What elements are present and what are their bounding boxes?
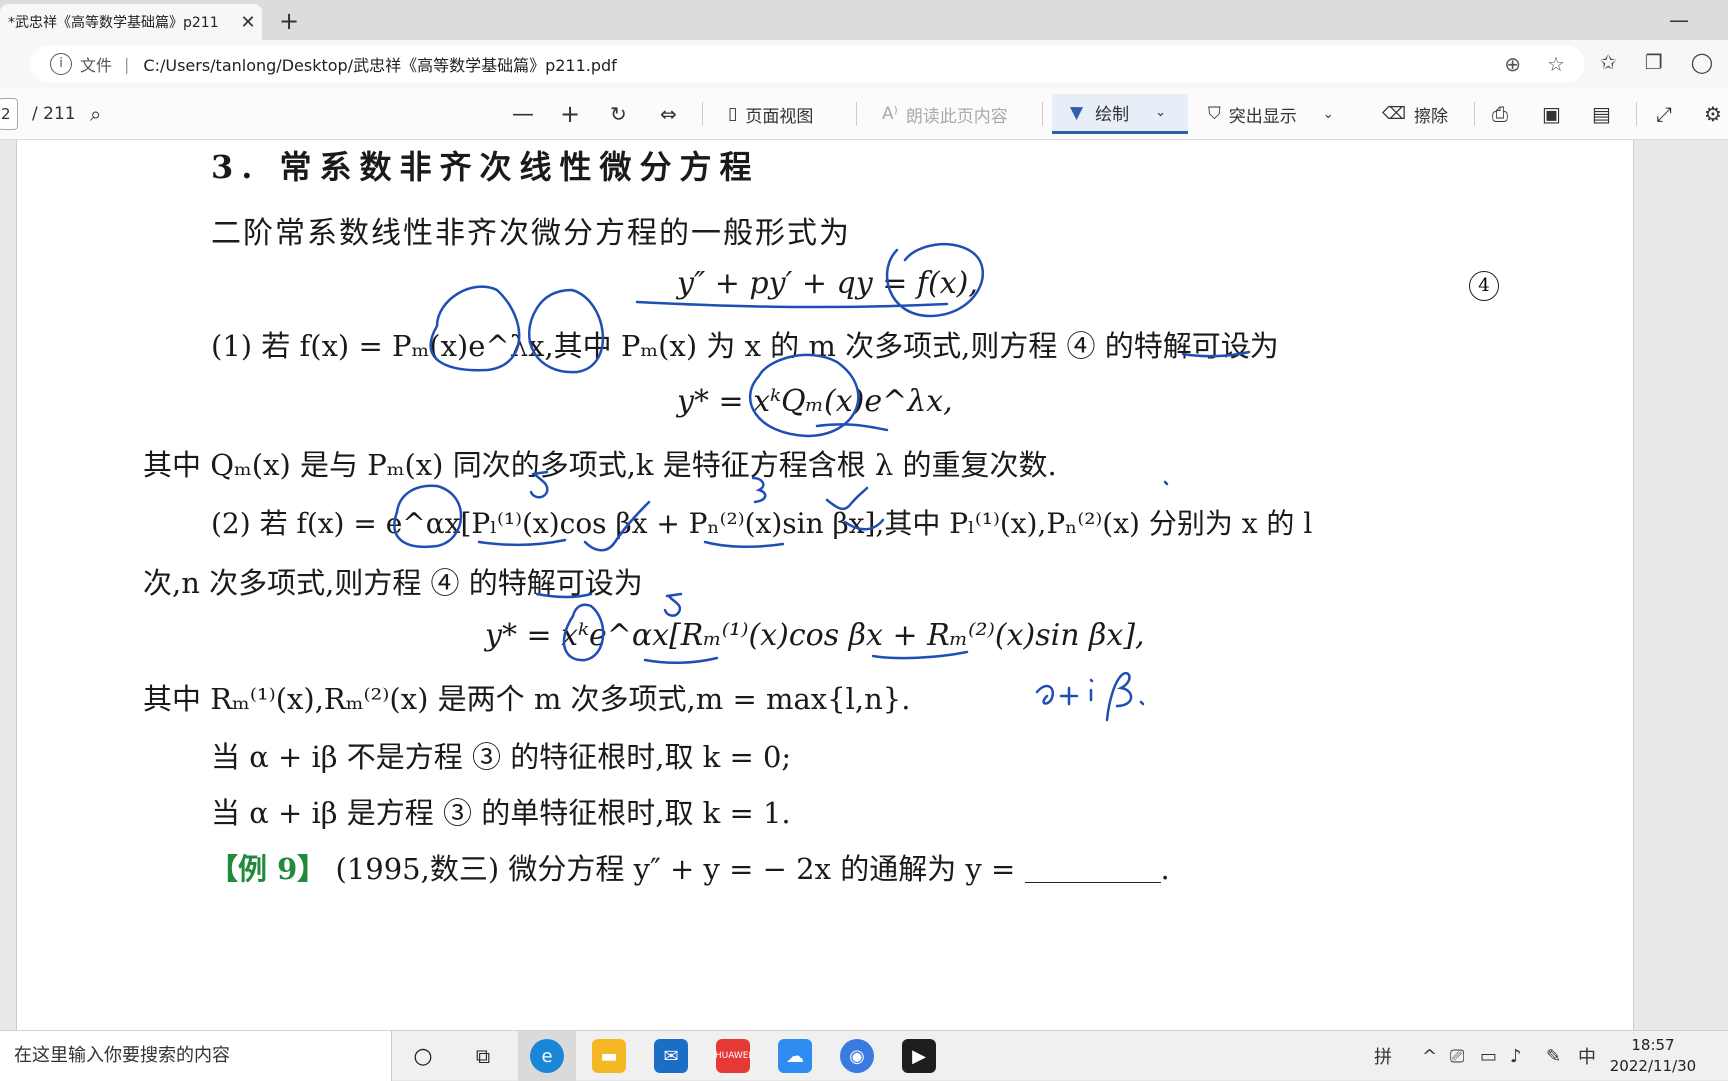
intro-text: 二阶常系数线性非齐次微分方程的一般形式为 xyxy=(211,216,851,251)
highlight-icon: ⛉ xyxy=(1208,104,1221,124)
file-explorer-icon[interactable]: ▬ xyxy=(592,1039,626,1073)
show-hidden-icons-icon[interactable]: ^ xyxy=(1422,1031,1437,1081)
clock-date: 2022/11/30 xyxy=(1609,1057,1697,1075)
answer-blank xyxy=(1024,857,1161,883)
address-scheme-label: 文件 xyxy=(80,56,113,75)
battery-icon[interactable]: ▭ xyxy=(1480,1031,1497,1081)
ime-language-indicator[interactable]: 中 xyxy=(1578,1031,1596,1081)
address-separator: | xyxy=(124,54,130,74)
browser-app-icon[interactable]: ◉ xyxy=(840,1039,874,1073)
fit-width-icon[interactable]: ⇔ xyxy=(660,88,677,140)
add-favorite-icon[interactable]: ☆ xyxy=(1547,52,1565,76)
print-icon[interactable]: ⎙ xyxy=(1492,88,1508,140)
case1-text: (1) 若 f(x) = Pₘ(x)e^λx,其中 Pₘ(x) 为 x 的 m … xyxy=(211,329,1279,363)
profile-icon[interactable]: ◯ xyxy=(1691,50,1713,74)
address-bar-row: i 文件 | C:/Users/tanlong/Desktop/武忠祥《高等数学… xyxy=(0,40,1728,88)
minimize-window-button[interactable]: — xyxy=(1662,4,1696,36)
eraser-icon: ⌫ xyxy=(1382,104,1407,124)
case1-note: 其中 Qₘ(x) 是与 Pₘ(x) 同次的多项式,k 是特征方程含根 λ 的重复… xyxy=(143,448,1057,482)
close-tab-icon[interactable]: ✕ xyxy=(234,12,262,33)
cortana-icon[interactable]: ○ xyxy=(406,1039,440,1073)
highlight-label: 突出显示 xyxy=(1228,106,1297,127)
example-end: . xyxy=(1160,852,1170,886)
pdf-page[interactable]: 3. 常系数非齐次线性微分方程 二阶常系数线性非齐次微分方程的一般形式为 y″ … xyxy=(16,140,1634,1030)
case1-solution: y* = xᵏQₘ(x)e^λx, xyxy=(677,384,953,419)
browser-tab-strip: *武忠祥《高等数学基础篇》p211 ✕ + — xyxy=(0,0,1728,40)
cloud-icon[interactable]: ☁ xyxy=(778,1039,812,1073)
search-icon[interactable]: ⌕ xyxy=(90,88,101,140)
draw-button[interactable]: ▼ 绘制 ⌄ xyxy=(1052,94,1188,134)
erase-label: 擦除 xyxy=(1414,106,1449,127)
network-icon[interactable]: ⎚ xyxy=(1450,1031,1464,1081)
draw-pen-icon: ▼ xyxy=(1070,102,1084,123)
pdf-viewer[interactable]: 3. 常系数非齐次线性微分方程 二阶常系数线性非齐次微分方程的一般形式为 y″ … xyxy=(0,140,1728,1030)
ink-underline-qm xyxy=(815,423,889,432)
settings-gear-icon[interactable]: ⚙ xyxy=(1704,88,1722,140)
address-bar[interactable]: i 文件 | C:/Users/tanlong/Desktop/武忠祥《高等数学… xyxy=(30,46,1585,82)
volume-icon[interactable]: ♪ xyxy=(1510,1031,1522,1081)
pdf-toolbar: 2 / 211 ⌕ — + ↻ ⇔ ▯ 页面视图 A⁾ 朗读此页内容 ▼ 绘制 … xyxy=(0,88,1728,140)
fullscreen-icon[interactable]: ⤢ xyxy=(1656,88,1672,140)
ink-alpha-i-beta xyxy=(1035,671,1145,722)
taskbar-search-input[interactable]: 在这里输入你要搜索的内容 xyxy=(0,1031,392,1081)
zoom-icon[interactable]: ⊕ xyxy=(1504,52,1521,76)
favorites-icon[interactable]: ✩ xyxy=(1600,50,1617,74)
draw-dropdown-icon[interactable]: ⌄ xyxy=(1155,105,1166,120)
new-tab-button[interactable]: + xyxy=(272,4,306,38)
draw-label: 绘制 xyxy=(1095,105,1130,125)
example-tag: 【例 9】 xyxy=(209,852,327,886)
page-view-label: 页面视图 xyxy=(745,106,814,127)
rotate-icon[interactable]: ↻ xyxy=(610,88,627,140)
example-text: (1995,数三) 微分方程 y″ + y = − 2x 的通解为 y = xyxy=(335,852,1016,886)
task-view-icon[interactable]: ⧉ xyxy=(466,1039,500,1073)
section-heading: 3. 常系数非齐次线性微分方程 xyxy=(211,148,760,186)
edge-icon[interactable]: e xyxy=(530,1039,564,1073)
collections-icon[interactable]: ❐ xyxy=(1645,50,1663,74)
huawei-icon[interactable]: HUAWEI xyxy=(715,1039,751,1073)
page-view-button[interactable]: ▯ 页面视图 xyxy=(728,88,813,140)
condition-k1: 当 α + iβ 是方程 ③ 的单特征根时,取 k = 1. xyxy=(211,796,791,830)
url-text[interactable]: C:/Users/tanlong/Desktop/武忠祥《高等数学基础篇》p21… xyxy=(143,52,616,76)
read-aloud-label: 朗读此页内容 xyxy=(905,106,1008,127)
clock-time: 18:57 xyxy=(1631,1036,1675,1054)
screen-recorder-icon[interactable]: ▶ xyxy=(902,1039,936,1073)
pen-icon[interactable]: ✎ xyxy=(1546,1031,1561,1081)
ink-dot xyxy=(1163,480,1169,486)
tab-title: *武忠祥《高等数学基础篇》p211 xyxy=(8,15,219,31)
condition-k0: 当 α + iβ 不是方程 ③ 的特征根时,取 k = 0; xyxy=(211,740,792,774)
equation-number: 4 xyxy=(1469,271,1499,301)
case2-note: 其中 Rₘ⁽¹⁾(x),Rₘ⁽²⁾(x) 是两个 m 次多项式,m = max{… xyxy=(143,682,911,716)
zoom-out-icon[interactable]: — xyxy=(512,88,534,140)
mail-icon[interactable]: ✉ xyxy=(654,1039,688,1073)
info-icon[interactable]: i xyxy=(50,53,72,75)
browser-tab[interactable]: *武忠祥《高等数学基础篇》p211 ✕ xyxy=(0,4,262,40)
page-number-input[interactable]: 2 xyxy=(0,98,18,130)
taskbar-clock[interactable]: 18:57 2022/11/30 xyxy=(1598,1035,1708,1077)
read-aloud-button[interactable]: A⁾ 朗读此页内容 xyxy=(882,88,1008,140)
ink-underline-pn2 xyxy=(703,540,785,549)
case2-solution: y* = xᵏe^αx[Rₘ⁽¹⁾(x)cos βx + Rₘ⁽²⁾(x)sin… xyxy=(485,618,1145,653)
windows-taskbar: 在这里输入你要搜索的内容 ○ ⧉ e ▬ ✉ HUAWEI ☁ ◉ ▶ 拼 ^ … xyxy=(0,1030,1728,1081)
ink-underline-eq4 xyxy=(635,300,949,309)
highlight-dropdown-icon[interactable]: ⌄ xyxy=(1323,107,1334,122)
equation-4: y″ + py′ + qy = f(x), xyxy=(677,266,978,301)
read-aloud-icon: A⁾ xyxy=(882,104,898,124)
erase-button[interactable]: ⌫ 擦除 xyxy=(1382,88,1448,140)
example-9: 【例 9】 (1995,数三) 微分方程 y″ + y = − 2x 的通解为 … xyxy=(209,846,1170,888)
case2-continued: 次,n 次多项式,则方程 ④ 的特解可设为 xyxy=(143,566,643,600)
save-as-icon[interactable]: ▤ xyxy=(1592,88,1611,140)
ime-mode-indicator[interactable]: 拼 xyxy=(1374,1031,1392,1081)
highlight-button[interactable]: ⛉ 突出显示 ⌄ xyxy=(1208,88,1334,140)
ink-mark-5b xyxy=(663,592,683,617)
ink-underline-rm1 xyxy=(643,656,719,665)
zoom-in-icon[interactable]: + xyxy=(560,88,580,140)
save-icon[interactable]: ▣ xyxy=(1542,88,1561,140)
page-view-icon: ▯ xyxy=(728,104,738,124)
page-total: / 211 xyxy=(32,104,76,124)
case2-text: (2) 若 f(x) = e^αx[Pₗ⁽¹⁾(x)cos βx + Pₙ⁽²⁾… xyxy=(211,507,1313,540)
